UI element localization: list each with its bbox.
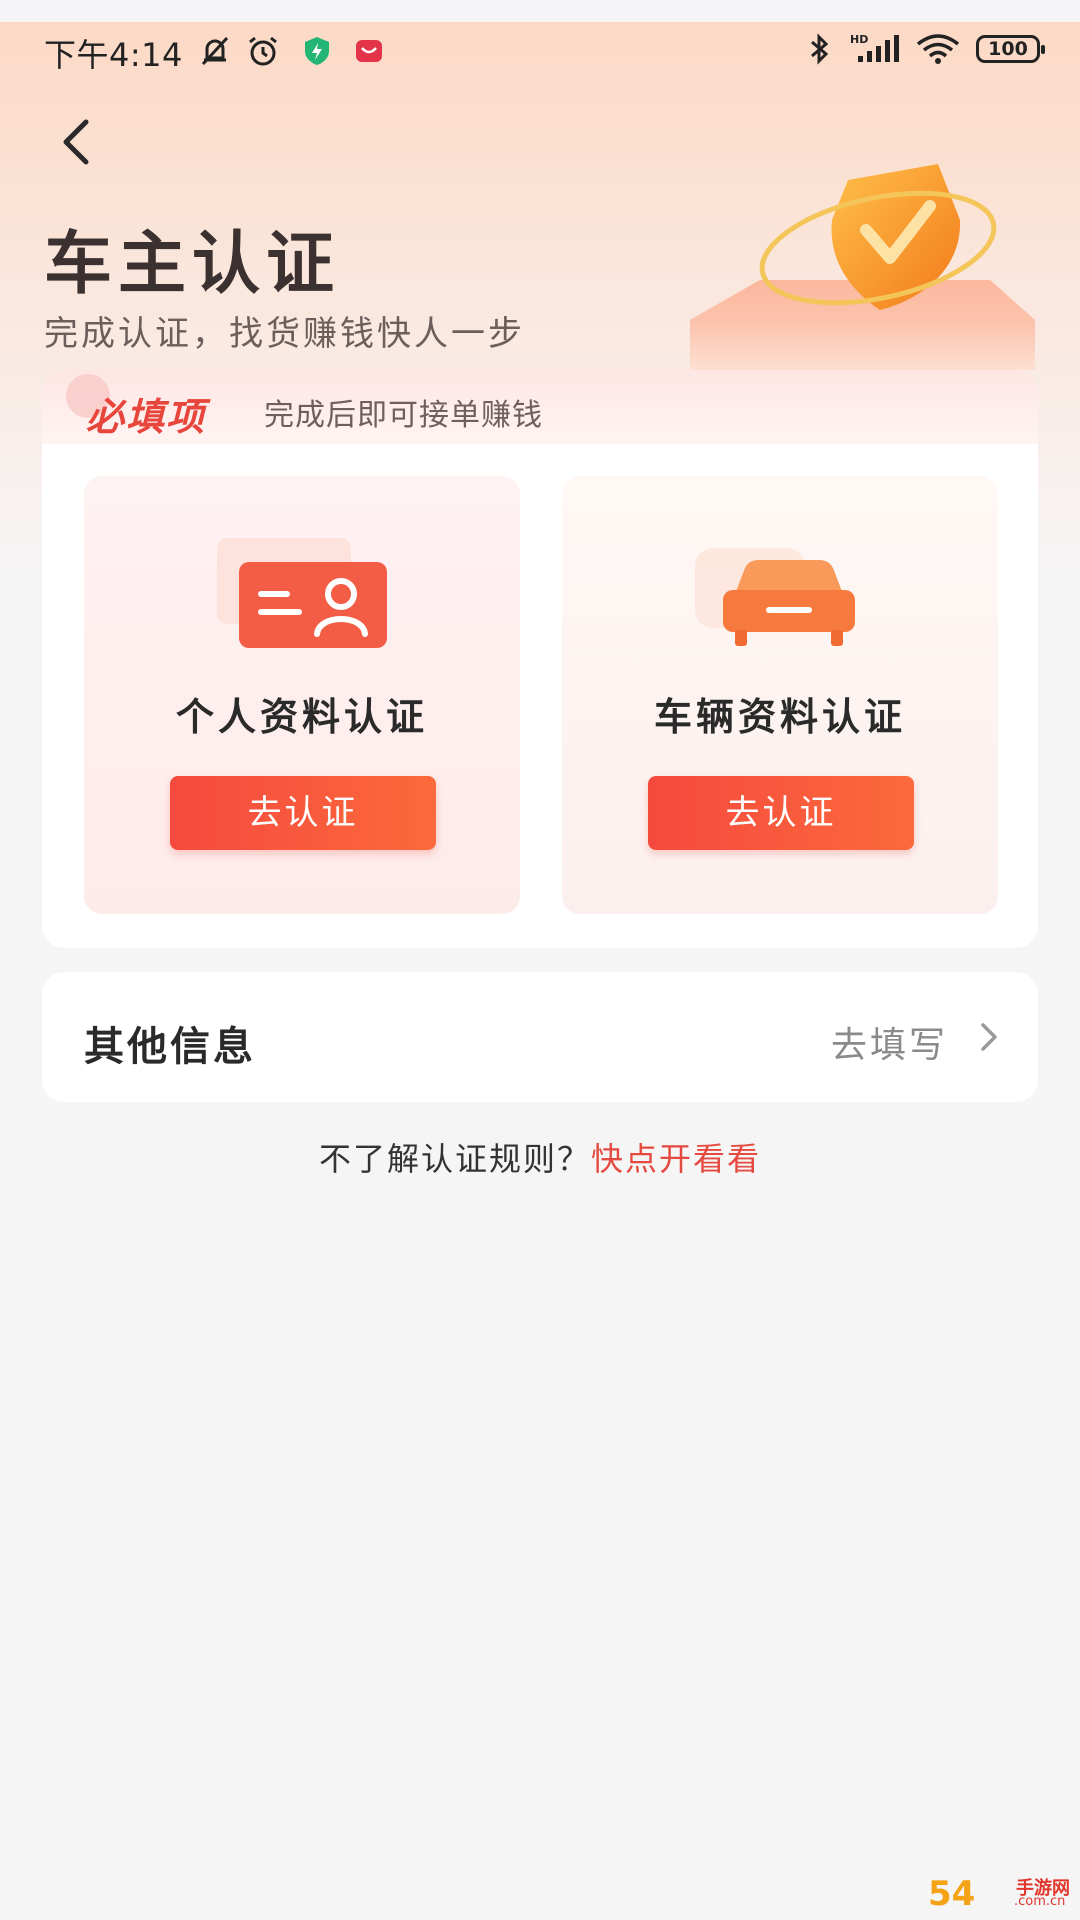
vehicle-verify-button[interactable]: 去认证 — [648, 776, 914, 850]
other-info-action[interactable]: 去填写 — [831, 1016, 948, 1068]
mute-bell-icon — [201, 36, 229, 66]
svg-text:HD: HD — [850, 33, 868, 46]
watermark-logo: 54 — [928, 1874, 976, 1914]
id-card-icon — [217, 538, 387, 648]
rules-link[interactable]: 快点开看看 — [591, 1140, 761, 1178]
personal-verify-title: 个人资料认证 — [175, 695, 428, 739]
top-strip — [0, 0, 1080, 22]
site-watermark: 54 手游网 .com.cn — [928, 1874, 1074, 1914]
rules-question: 不了解认证规则？ — [318, 1140, 591, 1178]
required-card: 必填项 完成后即可接单赚钱 个人资料认证 去认证 车辆资料认证 去认证 — [42, 370, 1038, 948]
bluetooth-icon — [811, 33, 829, 65]
back-arrow-icon[interactable] — [48, 112, 108, 172]
required-label: 必填项 — [86, 395, 207, 439]
shield-app-icon — [305, 37, 329, 65]
rules-line: 不了解认证规则？快点开看看 — [0, 1134, 1080, 1180]
status-bar: 下午4:14 HD 100 — [0, 22, 1080, 80]
wifi-icon — [916, 34, 960, 64]
status-right: HD 100 — [802, 32, 1045, 66]
personal-verify-tile[interactable]: 个人资料认证 去认证 — [84, 476, 520, 914]
required-hint: 完成后即可接单赚钱 — [264, 398, 543, 433]
chevron-right-icon — [981, 1023, 997, 1051]
required-header: 必填项 完成后即可接单赚钱 — [42, 370, 1038, 444]
shield-illustration — [690, 164, 1035, 370]
page-title: 车主认证 — [44, 225, 341, 304]
alarm-icon — [249, 36, 277, 66]
watermark-domain: .com.cn — [1014, 1894, 1066, 1909]
hd-signal-icon: HD — [850, 33, 899, 62]
car-icon — [695, 548, 855, 646]
other-info-row[interactable]: 其他信息 去填写 — [42, 972, 1038, 1102]
app-badge-icon — [356, 40, 382, 62]
personal-verify-button[interactable]: 去认证 — [170, 776, 436, 850]
battery-icon: 100 — [976, 35, 1045, 63]
other-info-title: 其他信息 — [84, 1024, 256, 1070]
vehicle-verify-tile[interactable]: 车辆资料认证 去认证 — [562, 476, 998, 914]
status-time: 下午4:14 — [44, 36, 183, 74]
page-subtitle: 完成认证，找货赚钱快人一步 — [44, 314, 525, 354]
vehicle-verify-title: 车辆资料认证 — [653, 695, 906, 739]
